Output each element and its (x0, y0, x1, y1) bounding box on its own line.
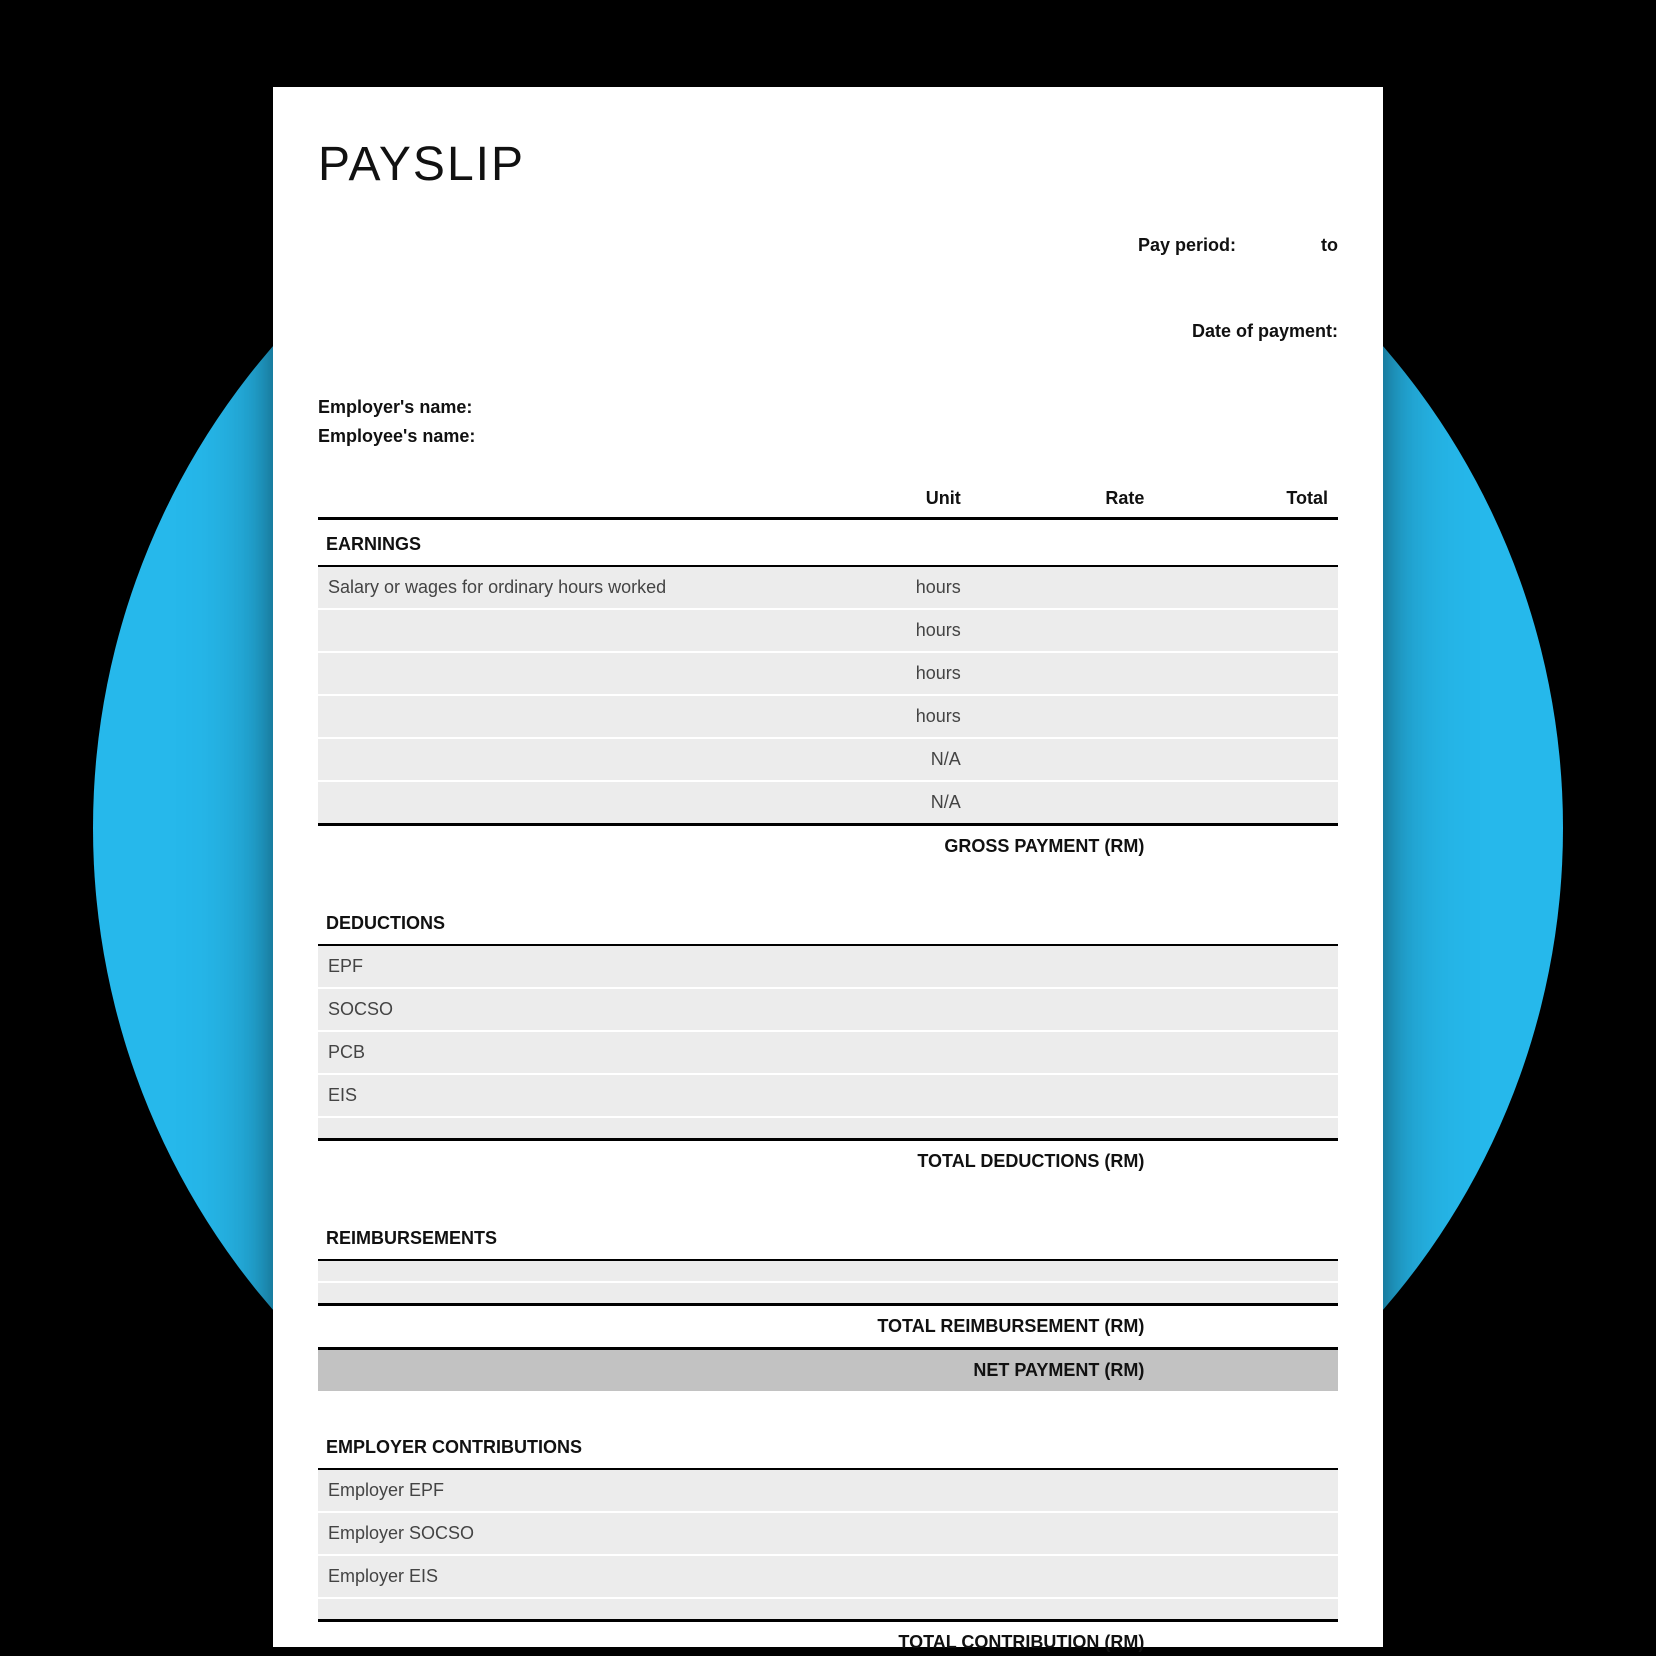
total-deductions-label: TOTAL DEDUCTIONS (RM) (318, 1140, 1154, 1183)
stage: PAYSLIP Pay period: to Date of payment: … (0, 0, 1656, 1656)
table-row: EIS (318, 1074, 1338, 1117)
table-row: N/A (318, 738, 1338, 781)
total-contribution-label: TOTAL CONTRIBUTION (RM) (318, 1621, 1154, 1656)
earnings-unit: hours (818, 566, 971, 609)
contributions-header-row: EMPLOYER CONTRIBUTIONS (318, 1423, 1338, 1469)
earnings-unit: hours (818, 609, 971, 652)
table-row: EPF (318, 945, 1338, 988)
pay-period-to: to (1321, 235, 1338, 255)
names-block: Employer's name: Employee's name: (318, 393, 1338, 451)
deduction-desc (318, 1117, 1154, 1140)
table-row: SOCSO (318, 988, 1338, 1031)
table-row (318, 1282, 1338, 1305)
total-contribution-value (1154, 1621, 1338, 1656)
employee-name-label: Employee's name: (318, 422, 1338, 451)
earnings-unit: hours (818, 695, 971, 738)
table-row (318, 1598, 1338, 1621)
date-of-payment-label: Date of payment: (1192, 321, 1338, 341)
reimbursements-header: REIMBURSEMENTS (318, 1214, 1338, 1260)
deductions-header: DEDUCTIONS (318, 899, 1338, 945)
gross-payment-row: GROSS PAYMENT (RM) (318, 825, 1338, 868)
date-of-payment-row: Date of payment: (318, 288, 1338, 374)
total-deductions-row: TOTAL DEDUCTIONS (RM) (318, 1140, 1338, 1183)
total-reimbursement-value (1154, 1305, 1338, 1349)
earnings-desc: Salary or wages for ordinary hours worke… (318, 566, 818, 609)
reimbursement-desc (318, 1260, 1154, 1282)
contributions-header: EMPLOYER CONTRIBUTIONS (318, 1423, 1338, 1469)
col-unit: Unit (818, 480, 971, 519)
contribution-desc: Employer EPF (318, 1469, 1154, 1512)
deductions-header-row: DEDUCTIONS (318, 899, 1338, 945)
table-row: Salary or wages for ordinary hours worke… (318, 566, 1338, 609)
col-rate: Rate (971, 480, 1155, 519)
earnings-desc (318, 781, 818, 825)
earnings-rate (971, 566, 1155, 609)
table-row (318, 1260, 1338, 1282)
table-row: Employer SOCSO (318, 1512, 1338, 1555)
gross-payment-label: GROSS PAYMENT (RM) (318, 825, 1154, 868)
earnings-desc (318, 695, 818, 738)
reimbursements-header-row: REIMBURSEMENTS (318, 1214, 1338, 1260)
deduction-desc: SOCSO (318, 988, 1154, 1031)
earnings-unit: N/A (818, 781, 971, 825)
contribution-desc: Employer EIS (318, 1555, 1154, 1598)
payslip-document: PAYSLIP Pay period: to Date of payment: … (273, 87, 1383, 1647)
document-title: PAYSLIP (318, 137, 1338, 192)
pay-meta: Pay period: to Date of payment: (318, 202, 1338, 375)
deduction-desc: EPF (318, 945, 1154, 988)
reimbursement-desc (318, 1282, 1154, 1305)
total-reimbursement-label: TOTAL REIMBURSEMENT (RM) (318, 1305, 1154, 1349)
deduction-desc: PCB (318, 1031, 1154, 1074)
net-payment-value (1154, 1349, 1338, 1392)
earnings-desc (318, 738, 818, 781)
table-row: N/A (318, 781, 1338, 825)
table-row: hours (318, 652, 1338, 695)
earnings-desc (318, 609, 818, 652)
contribution-desc (318, 1598, 1154, 1621)
col-desc (318, 480, 818, 519)
net-payment-row: NET PAYMENT (RM) (318, 1349, 1338, 1392)
earnings-header-row: EARNINGS (318, 519, 1338, 567)
pay-period-row: Pay period: to (318, 202, 1338, 288)
deduction-desc: EIS (318, 1074, 1154, 1117)
earnings-unit: N/A (818, 738, 971, 781)
total-contribution-row: TOTAL CONTRIBUTION (RM) (318, 1621, 1338, 1656)
col-total: Total (1154, 480, 1338, 519)
table-row: Employer EPF (318, 1469, 1338, 1512)
pay-period-label: Pay period: (1138, 235, 1236, 255)
table-row: hours (318, 609, 1338, 652)
table-row: Employer EIS (318, 1555, 1338, 1598)
payslip-table: Unit Rate Total EARNINGS Salary or wages… (318, 480, 1338, 1656)
table-row: PCB (318, 1031, 1338, 1074)
net-payment-label: NET PAYMENT (RM) (318, 1349, 1154, 1392)
table-row: hours (318, 695, 1338, 738)
table-row (318, 1117, 1338, 1140)
employer-name-label: Employer's name: (318, 393, 1338, 422)
gross-payment-value (1154, 825, 1338, 868)
contribution-desc: Employer SOCSO (318, 1512, 1154, 1555)
column-header-row: Unit Rate Total (318, 480, 1338, 519)
total-deductions-value (1154, 1140, 1338, 1183)
earnings-header: EARNINGS (318, 519, 1338, 567)
total-reimbursement-row: TOTAL REIMBURSEMENT (RM) (318, 1305, 1338, 1349)
earnings-total (1154, 566, 1338, 609)
earnings-unit: hours (818, 652, 971, 695)
earnings-desc (318, 652, 818, 695)
